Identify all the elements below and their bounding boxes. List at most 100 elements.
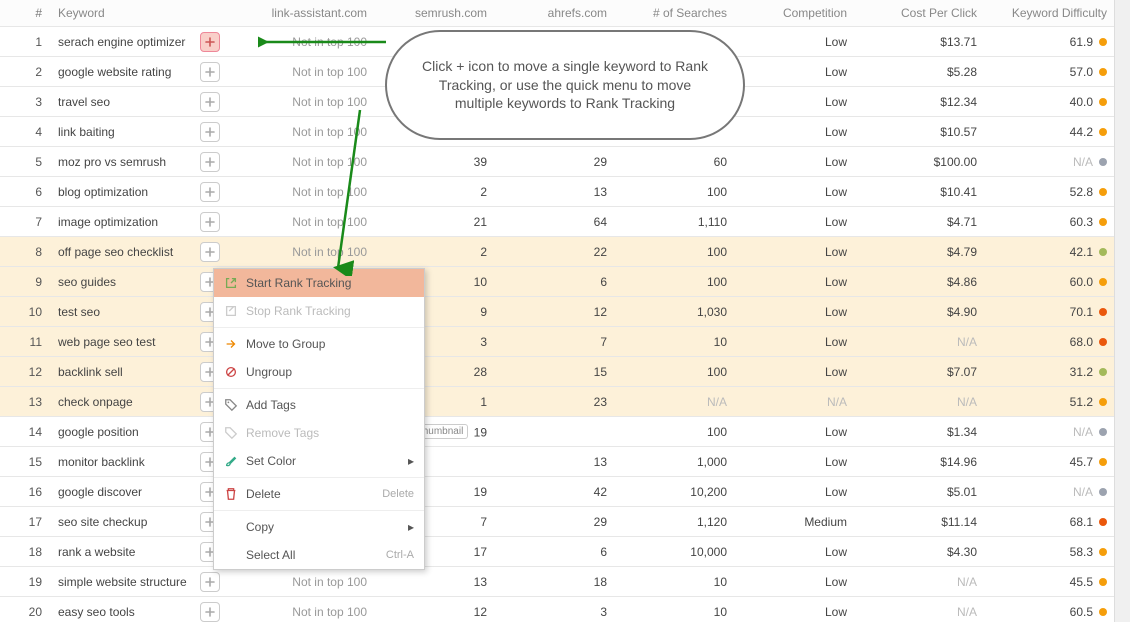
cell-index: 17: [0, 507, 50, 537]
cell-cpc: $11.14: [855, 507, 985, 537]
cell-competition: Low: [735, 87, 855, 117]
table-row[interactable]: 10test seo9121,030Low$4.9070.1: [0, 297, 1115, 327]
cell-cpc: N/A: [855, 567, 985, 597]
table-row[interactable]: 15monitor backlinkThumbnail 2131,000Low$…: [0, 447, 1115, 477]
cell-cpc: $4.30: [855, 537, 985, 567]
add-to-tracking-button[interactable]: [200, 242, 220, 262]
plus-icon: [205, 97, 215, 107]
plus-icon: [205, 37, 215, 47]
add-to-tracking-button[interactable]: [200, 32, 220, 52]
cell-difficulty: 40.0: [985, 87, 1115, 117]
menu-delete[interactable]: Delete Delete: [214, 480, 424, 508]
table-row[interactable]: 19simple website structureNot in top 100…: [0, 567, 1115, 597]
cell-index: 4: [0, 117, 50, 147]
cell-competition: Low: [735, 417, 855, 447]
difficulty-dot-icon: [1099, 398, 1107, 406]
cell-ahrefs: 3: [495, 597, 615, 622]
menu-start-rank-tracking[interactable]: Start Rank Tracking: [214, 269, 424, 297]
cell-difficulty: 57.0: [985, 57, 1115, 87]
cell-difficulty: 60.5: [985, 597, 1115, 622]
menu-add-tags[interactable]: Add Tags: [214, 391, 424, 419]
table-row[interactable]: 18rank a website17610,000Low$4.3058.3: [0, 537, 1115, 567]
cell-cpc: $12.34: [855, 87, 985, 117]
tag-remove-icon: [224, 426, 238, 440]
table-row[interactable]: 17seo site checkup7291,120Medium$11.1468…: [0, 507, 1115, 537]
menu-ungroup[interactable]: Ungroup: [214, 358, 424, 386]
cell-index: 20: [0, 597, 50, 622]
table-row[interactable]: 14google positionThumbnail 17Thumbnail 1…: [0, 417, 1115, 447]
col-index[interactable]: #: [0, 0, 50, 27]
cell-index: 9: [0, 267, 50, 297]
cell-competition: Low: [735, 57, 855, 87]
add-to-tracking-button[interactable]: [200, 92, 220, 112]
cell-index: 1: [0, 27, 50, 57]
cell-index: 10: [0, 297, 50, 327]
cell-ahrefs: 15: [495, 357, 615, 387]
table-row[interactable]: 9seo guides106100Low$4.8660.0: [0, 267, 1115, 297]
menu-select-all[interactable]: Select All Ctrl-A: [214, 541, 424, 569]
table-row[interactable]: 20easy seo toolsNot in top 10012310LowN/…: [0, 597, 1115, 622]
table-row[interactable]: 12backlink sell2815100Low$7.0731.2: [0, 357, 1115, 387]
cell-competition: Low: [735, 117, 855, 147]
menu-label: Stop Rank Tracking: [246, 304, 414, 318]
table-row[interactable]: 13check onpage123N/AN/AN/A51.2: [0, 387, 1115, 417]
col-competition[interactable]: Competition: [735, 0, 855, 27]
cell-keyword: serach engine optimizer: [50, 27, 200, 57]
cell-semrush: 2: [375, 237, 495, 267]
difficulty-dot-icon: [1099, 608, 1107, 616]
table-header-row: # Keyword link-assistant.com semrush.com…: [0, 0, 1115, 27]
cell-ahrefs: 6: [495, 267, 615, 297]
add-to-tracking-button[interactable]: [200, 122, 220, 142]
difficulty-dot-icon: [1099, 518, 1107, 526]
add-to-tracking-button[interactable]: [200, 212, 220, 232]
difficulty-dot-icon: [1099, 188, 1107, 196]
col-keyword[interactable]: Keyword: [50, 0, 230, 27]
table-row[interactable]: 6blog optimizationNot in top 100213100Lo…: [0, 177, 1115, 207]
table-row[interactable]: 8off page seo checklistNot in top 100222…: [0, 237, 1115, 267]
cell-link-assistant: Not in top 100: [230, 207, 375, 237]
menu-set-color[interactable]: Set Color ▸: [214, 447, 424, 475]
trash-icon: [224, 487, 238, 501]
col-semrush[interactable]: semrush.com: [375, 0, 495, 27]
table-row[interactable]: 11web page seo test3710LowN/A68.0: [0, 327, 1115, 357]
table-row[interactable]: 16google discover194210,200Low$5.01N/A: [0, 477, 1115, 507]
cell-keyword: blog optimization: [50, 177, 200, 207]
cell-searches: 10: [615, 567, 735, 597]
cell-link-assistant: Not in top 100: [230, 27, 375, 57]
menu-move-to-group[interactable]: Move to Group: [214, 330, 424, 358]
table-row[interactable]: 7image optimizationNot in top 10021641,1…: [0, 207, 1115, 237]
menu-stop-rank-tracking: Stop Rank Tracking: [214, 297, 424, 325]
cell-cpc: $1.34: [855, 417, 985, 447]
cell-cpc: $13.71: [855, 27, 985, 57]
cell-searches: 10,200: [615, 477, 735, 507]
col-cpc[interactable]: Cost Per Click: [855, 0, 985, 27]
col-searches[interactable]: # of Searches: [615, 0, 735, 27]
add-to-tracking-button[interactable]: [200, 62, 220, 82]
col-ahrefs[interactable]: ahrefs.com: [495, 0, 615, 27]
plus-icon: [205, 217, 215, 227]
col-link-assistant[interactable]: link-assistant.com: [230, 0, 375, 27]
cell-difficulty: 52.8: [985, 177, 1115, 207]
cell-searches: 100: [615, 417, 735, 447]
cell-keyword: seo site checkup: [50, 507, 200, 537]
callout-text: Click + icon to move a single keyword to…: [417, 57, 713, 114]
cell-keyword: google position: [50, 417, 200, 447]
cell-ahrefs: 13: [495, 447, 615, 477]
cell-index: 15: [0, 447, 50, 477]
cell-cpc: N/A: [855, 387, 985, 417]
add-to-tracking-button[interactable]: [200, 152, 220, 172]
add-to-tracking-button[interactable]: [200, 572, 220, 592]
table-row[interactable]: 5moz pro vs semrushNot in top 100392960L…: [0, 147, 1115, 177]
cell-searches: 60: [615, 147, 735, 177]
add-to-tracking-button[interactable]: [200, 602, 220, 622]
cell-semrush: 2: [375, 177, 495, 207]
col-difficulty[interactable]: Keyword Difficulty: [985, 0, 1115, 27]
cell-index: 2: [0, 57, 50, 87]
callout-bubble: Click + icon to move a single keyword to…: [385, 30, 745, 140]
menu-copy[interactable]: Copy ▸: [214, 513, 424, 541]
submenu-arrow-icon: ▸: [408, 520, 414, 534]
add-to-tracking-button[interactable]: [200, 182, 220, 202]
cell-keyword: link baiting: [50, 117, 200, 147]
cell-searches: 100: [615, 357, 735, 387]
scrollbar[interactable]: [1114, 0, 1130, 622]
